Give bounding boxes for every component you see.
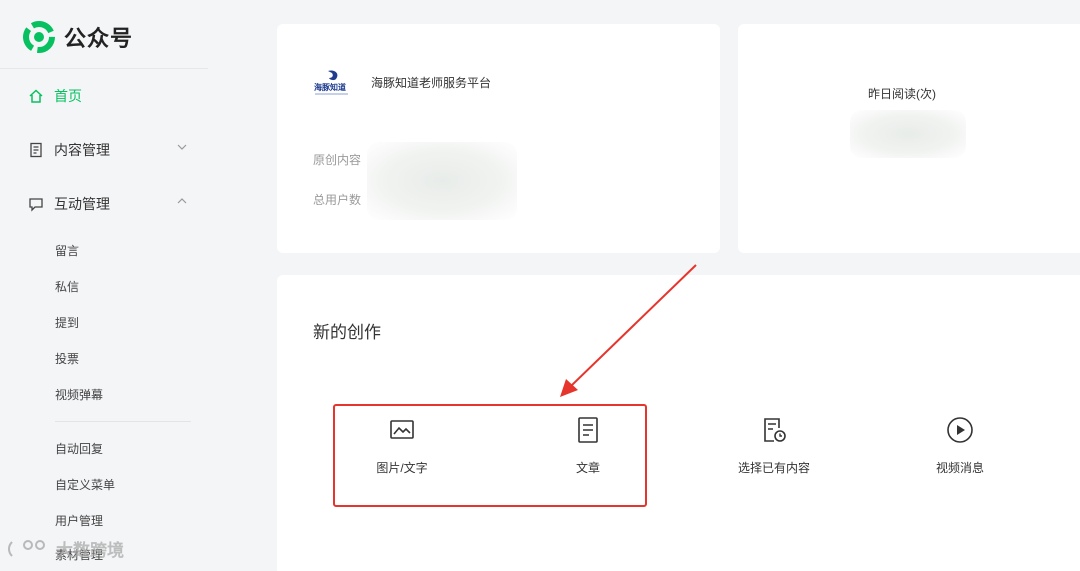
sidebar-subitem-video-danmaku[interactable]: 视频弹幕	[55, 386, 103, 403]
total-users-label: 总用户数	[313, 193, 362, 207]
sidebar: 公众号 首页 内容管理 互动管理 留言 私信 提到 投票 视频弹幕 自动回复 自…	[0, 0, 210, 571]
stats-card: 昨日阅读(次)	[738, 24, 1080, 253]
sidebar-subitem-messages[interactable]: 私信	[55, 278, 79, 295]
sidebar-subitem-custom-menu[interactable]: 自定义菜单	[55, 476, 115, 493]
sidebar-item-interaction[interactable]: 互动管理	[28, 194, 188, 214]
chevron-up-icon[interactable]	[176, 195, 188, 207]
blurred-reads-value	[850, 110, 966, 158]
create-video-message-option[interactable]: 视频消息	[900, 415, 1020, 495]
sidebar-item-label: 内容管理	[54, 142, 110, 158]
sidebar-item-label: 互动管理	[54, 196, 110, 212]
chevron-down-icon[interactable]	[176, 141, 188, 153]
brand[interactable]: 公众号	[22, 20, 133, 54]
account-name: 海豚知道老师服务平台	[371, 76, 492, 90]
wechat-official-account-logo	[23, 21, 55, 53]
existing-content-icon	[764, 418, 786, 442]
account-avatar: 海豚知道	[314, 70, 348, 95]
watermark-text: 大数跨境	[56, 541, 124, 560]
original-content-label: 原创内容	[313, 153, 362, 167]
watermark: 大数跨境	[6, 536, 124, 561]
watermark-logo-icon	[8, 539, 45, 557]
document-icon	[30, 142, 42, 158]
home-icon	[29, 89, 43, 103]
blurred-metrics	[367, 142, 517, 220]
yesterday-reads-label: 昨日阅读(次)	[868, 87, 936, 101]
new-creation-title: 新的创作	[313, 323, 381, 342]
sidebar-subitem-comments[interactable]: 留言	[55, 242, 79, 259]
sidebar-item-label: 首页	[54, 88, 82, 104]
account-logo-text: 海豚知道	[314, 82, 346, 92]
create-option-label: 选择已有内容	[737, 461, 810, 475]
create-existing-content-option[interactable]: 选择已有内容	[714, 415, 834, 495]
sidebar-subitem-user-management[interactable]: 用户管理	[55, 512, 103, 529]
sidebar-subitem-auto-reply[interactable]: 自动回复	[55, 440, 103, 457]
brand-name: 公众号	[64, 26, 134, 51]
sidebar-divider	[0, 68, 208, 69]
sidebar-subitem-votes[interactable]: 投票	[55, 350, 79, 367]
chat-bubble-icon	[29, 198, 43, 212]
create-option-label: 视频消息	[935, 461, 984, 475]
sidebar-item-content[interactable]: 内容管理	[28, 140, 188, 160]
account-card: 海豚知道 海豚知道老师服务平台 原创内容 总用户数	[277, 24, 720, 253]
sidebar-subitem-mentions[interactable]: 提到	[55, 314, 79, 331]
sidebar-item-home[interactable]: 首页	[28, 86, 188, 106]
annotation-highlight-box	[333, 404, 647, 507]
sidebar-subdivider	[55, 421, 191, 422]
video-play-icon	[947, 417, 973, 443]
